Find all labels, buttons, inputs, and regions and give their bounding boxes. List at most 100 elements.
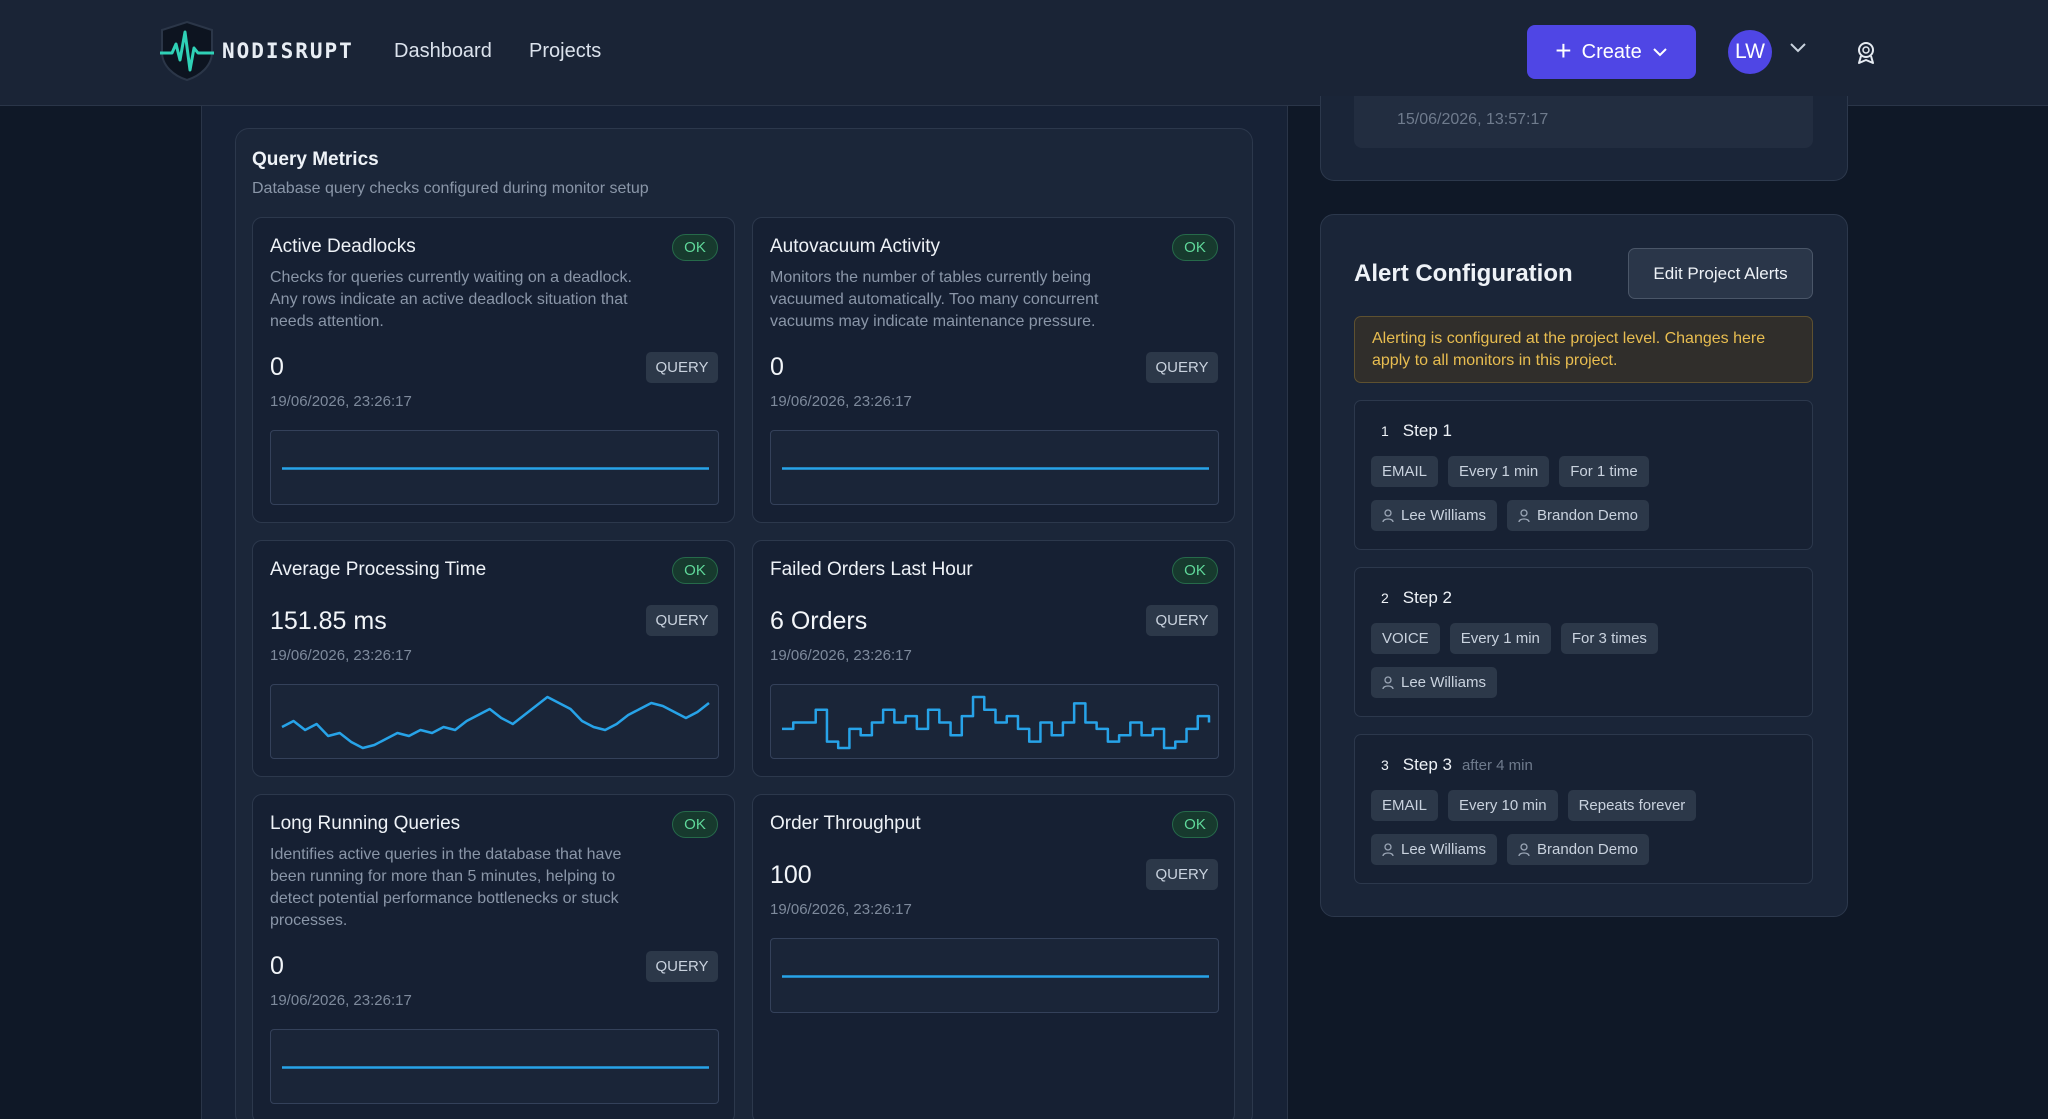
user-icon	[1382, 842, 1394, 856]
top-navigation-bar: NODISRUPT Dashboard Projects + Create LW	[0, 0, 2048, 106]
monitor-info-timestamp: 15/06/2026, 13:57:17	[1397, 111, 1549, 128]
sparkline-chart	[270, 430, 719, 505]
escalation-step-1[interactable]: 1 Step 1 EMAIL Every 1 min For 1 time Le…	[1354, 400, 1813, 550]
metric-timestamp: 19/06/2026, 23:26:17	[770, 901, 912, 918]
metric-card-autovacuum-activity[interactable]: Autovacuum Activity OK Monitors the numb…	[752, 217, 1235, 523]
status-badge: OK	[672, 557, 718, 584]
edit-project-alerts-button[interactable]: Edit Project Alerts	[1628, 248, 1813, 299]
recipient-chip: Brandon Demo	[1507, 500, 1649, 531]
user-icon	[1382, 675, 1394, 689]
metric-title: Order Throughput	[770, 813, 921, 834]
metric-timestamp: 19/06/2026, 23:26:17	[270, 647, 412, 664]
query-tag: QUERY	[1146, 605, 1218, 636]
metric-timestamp: 19/06/2026, 23:26:17	[770, 393, 912, 410]
step-number: 3	[1381, 757, 1389, 773]
query-tag: QUERY	[1146, 352, 1218, 383]
metric-card-active-deadlocks[interactable]: Active Deadlocks OK Checks for queries c…	[252, 217, 735, 523]
metric-title: Active Deadlocks	[270, 236, 416, 257]
sparkline-chart	[770, 430, 1219, 505]
recipient-chip: Brandon Demo	[1507, 834, 1649, 865]
interval-chip: Every 1 min	[1448, 456, 1550, 487]
metric-title: Average Processing Time	[270, 559, 487, 580]
status-badge: OK	[672, 811, 718, 838]
user-icon	[1518, 842, 1530, 856]
status-badge: OK	[672, 234, 718, 261]
metric-card-long-running-queries[interactable]: Long Running Queries OK Identifies activ…	[252, 794, 735, 1119]
metric-value: 151.85 ms	[270, 607, 387, 635]
user-avatar[interactable]: LW	[1728, 30, 1772, 74]
query-tag: QUERY	[1146, 859, 1218, 890]
recipient-chip: Lee Williams	[1371, 500, 1498, 531]
metric-timestamp: 19/06/2026, 23:26:17	[270, 393, 412, 410]
metric-title: Failed Orders Last Hour	[770, 559, 973, 580]
create-button-label: Create	[1581, 40, 1642, 63]
metric-value: 6 Orders	[770, 607, 868, 635]
repeat-chip: For 3 times	[1560, 623, 1658, 654]
award-badge-icon[interactable]	[1855, 41, 1877, 65]
metric-value: 0	[270, 353, 284, 381]
plus-icon: +	[1555, 34, 1572, 66]
nav-dashboard[interactable]: Dashboard	[394, 40, 492, 63]
step-name: Step 2	[1402, 588, 1452, 607]
sparkline-series	[281, 695, 710, 750]
sparkline-chart	[270, 684, 719, 759]
step-name: Step 3	[1402, 755, 1452, 774]
status-badge: OK	[1172, 557, 1218, 584]
query-tag: QUERY	[646, 951, 718, 982]
brand-name: NODISRUPT	[222, 39, 354, 63]
recipient-name: Lee Williams	[1401, 507, 1487, 524]
channel-chip: VOICE	[1371, 623, 1440, 654]
step-delay: after 4 min	[1461, 757, 1533, 774]
user-icon	[1382, 508, 1394, 522]
metric-card-order-throughput[interactable]: Order Throughput OK 100 QUERY 19/06/2026…	[752, 794, 1235, 1119]
repeat-chip: For 1 time	[1559, 456, 1649, 487]
metric-timestamp: 19/06/2026, 23:26:17	[270, 992, 412, 1009]
step-number: 2	[1381, 590, 1389, 606]
step-name: Step 1	[1402, 421, 1452, 440]
channel-chip: EMAIL	[1371, 456, 1439, 487]
metric-value: 0	[770, 353, 784, 381]
metric-card-failed-orders[interactable]: Failed Orders Last Hour OK 6 Orders QUER…	[752, 540, 1235, 777]
chevron-down-icon[interactable]	[1789, 42, 1807, 54]
query-tag: QUERY	[646, 605, 718, 636]
recipient-name: Lee Williams	[1401, 674, 1487, 691]
metric-description: Monitors the number of tables currently …	[770, 269, 1099, 330]
metric-description: Identifies active queries in the databas…	[270, 846, 622, 929]
query-metrics-subtitle: Database query checks configured during …	[252, 180, 649, 197]
alert-configuration-title: Alert Configuration	[1354, 260, 1573, 287]
metric-timestamp: 19/06/2026, 23:26:17	[770, 647, 912, 664]
sparkline-series	[782, 695, 1211, 750]
metric-description: Checks for queries currently waiting on …	[270, 269, 632, 330]
brand-logo[interactable]: NODISRUPT	[158, 20, 354, 82]
metric-title: Long Running Queries	[270, 813, 461, 834]
status-badge: OK	[1172, 811, 1218, 838]
recipient-name: Brandon Demo	[1537, 507, 1638, 524]
sparkline-chart	[270, 1029, 719, 1104]
escalation-step-3[interactable]: 3 Step 3 after 4 min EMAIL Every 10 min …	[1354, 734, 1813, 884]
sparkline-chart	[770, 938, 1219, 1013]
metric-card-average-processing-time[interactable]: Average Processing Time OK 151.85 ms QUE…	[252, 540, 735, 777]
recipient-name: Lee Williams	[1401, 841, 1487, 858]
metric-value: 0	[270, 952, 284, 980]
metric-title: Autovacuum Activity	[770, 236, 941, 257]
recipient-name: Brandon Demo	[1537, 841, 1638, 858]
step-number: 1	[1381, 423, 1389, 439]
interval-chip: Every 1 min	[1449, 623, 1551, 654]
channel-chip: EMAIL	[1371, 790, 1439, 821]
sparkline-chart	[770, 684, 1219, 759]
heartbeat-shield-icon	[160, 20, 214, 82]
query-metrics-title: Query Metrics	[252, 149, 379, 170]
recipient-chip: Lee Williams	[1371, 667, 1498, 698]
recipient-chip: Lee Williams	[1371, 834, 1498, 865]
user-icon	[1518, 508, 1530, 522]
nav-projects[interactable]: Projects	[529, 40, 601, 63]
interval-chip: Every 10 min	[1448, 790, 1558, 821]
escalation-step-2[interactable]: 2 Step 2 VOICE Every 1 min For 3 times L…	[1354, 567, 1813, 717]
query-tag: QUERY	[646, 352, 718, 383]
create-button[interactable]: + Create	[1527, 25, 1696, 79]
status-badge: OK	[1172, 234, 1218, 261]
repeat-chip: Repeats forever	[1567, 790, 1697, 821]
chevron-down-icon	[1652, 48, 1667, 57]
metric-value: 100	[770, 861, 812, 889]
project-level-notice: Alerting is configured at the project le…	[1354, 316, 1813, 383]
